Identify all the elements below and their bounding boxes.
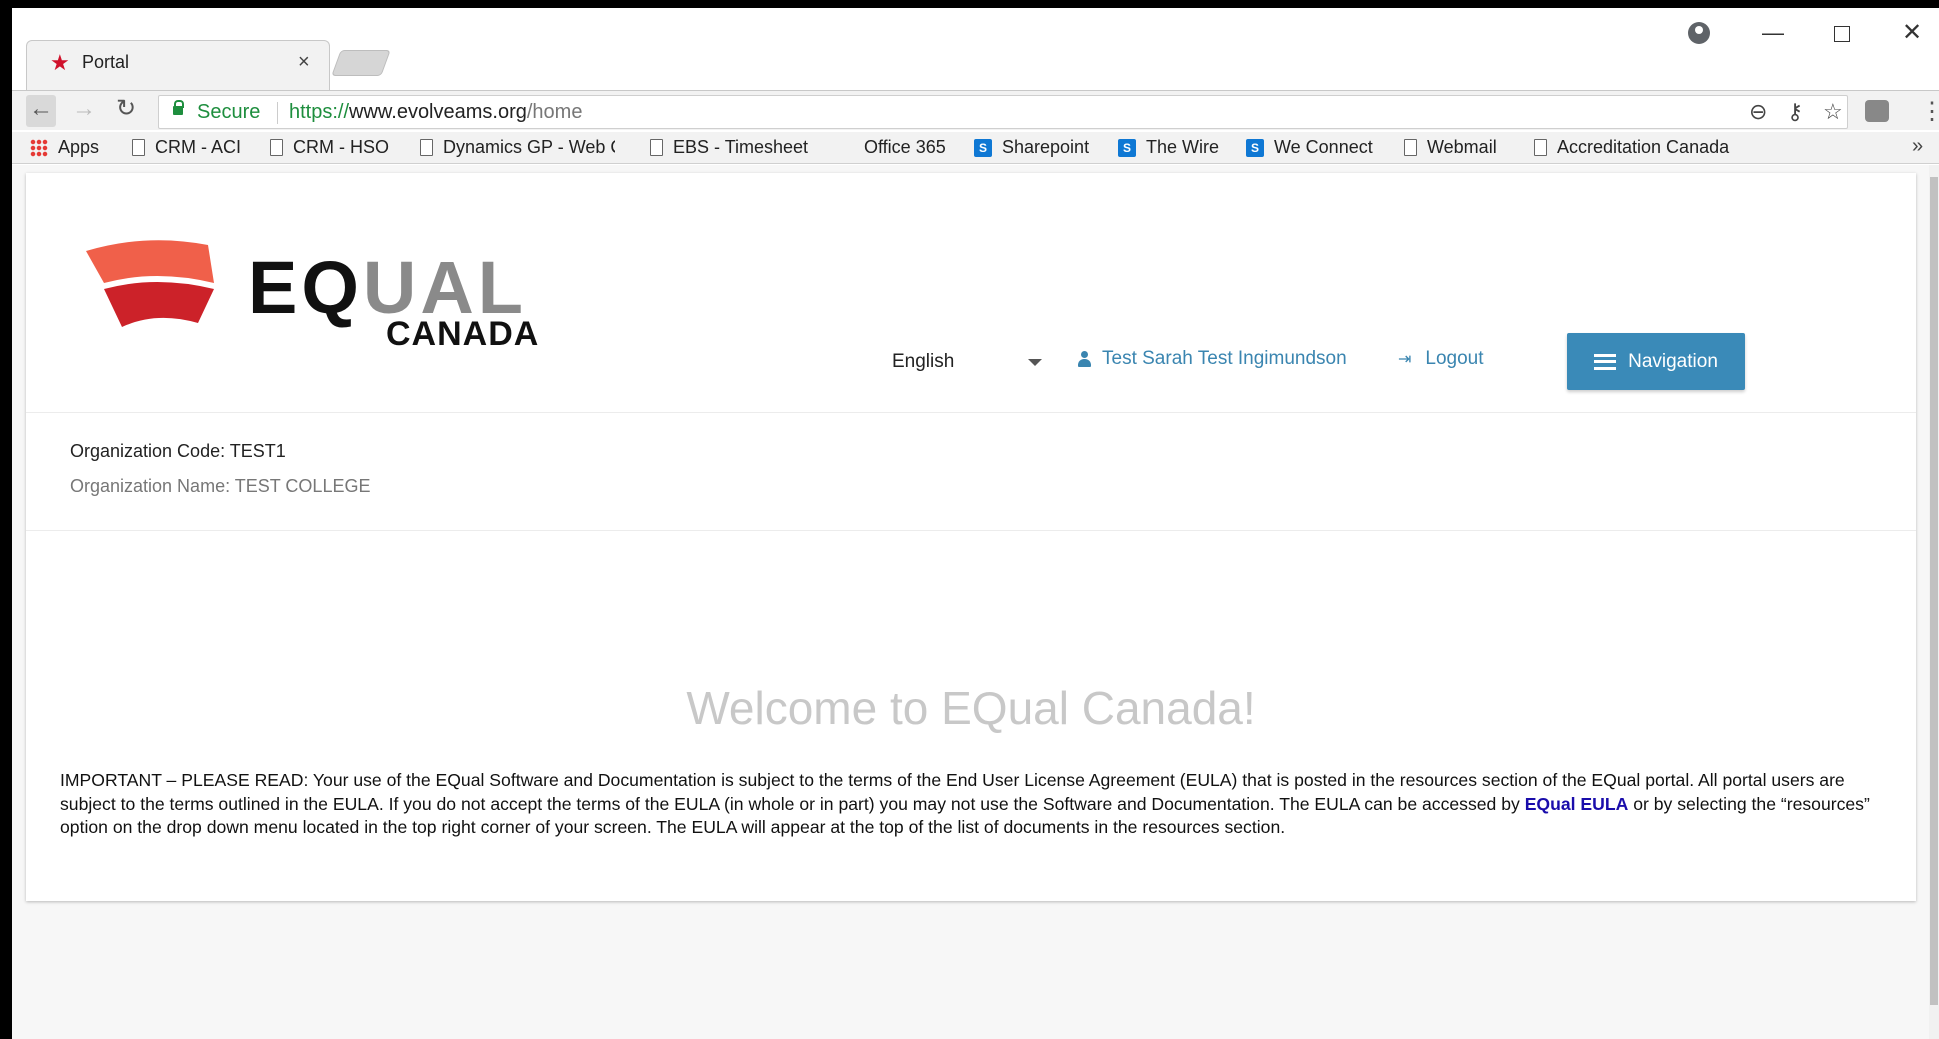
browser-window: ★ Portal × — ✕ ← → ↻ Secure https://www.… bbox=[12, 8, 1939, 1039]
bookmark-label: Sharepoint bbox=[1002, 137, 1090, 157]
logout-label: Logout bbox=[1425, 348, 1484, 369]
url-path: /home bbox=[526, 101, 583, 123]
url-host: www.evolveams.org bbox=[349, 101, 527, 123]
scrollbar-thumb[interactable] bbox=[1930, 177, 1938, 1005]
bookmarks-bar: Apps CRM - ACI CRM - HSO Dynamics GP - W… bbox=[12, 132, 1939, 164]
bookmark-crm-hso[interactable]: CRM - HSO bbox=[270, 137, 389, 158]
language-select[interactable]: English bbox=[892, 345, 1042, 379]
logout-link[interactable]: ⇥ Logout bbox=[1398, 348, 1484, 370]
address-bar[interactable]: Secure https://www.evolveams.org/home ⊖ … bbox=[158, 95, 1848, 129]
bookmark-label: CRM - ACI bbox=[155, 137, 242, 157]
page-icon bbox=[1534, 139, 1547, 156]
bookmarks-overflow-icon[interactable]: » bbox=[1912, 135, 1923, 158]
apps-grid-icon bbox=[30, 138, 48, 157]
language-value: English bbox=[892, 351, 955, 372]
tab-close-icon[interactable]: × bbox=[298, 51, 310, 74]
bookmark-label: CRM - HSO bbox=[293, 137, 389, 157]
bookmark-label: EBS - Timesheet bbox=[673, 137, 809, 157]
bookmark-sharepoint[interactable]: S Sharepoint bbox=[974, 137, 1089, 158]
bookmark-accreditation-canada[interactable]: Accreditation Canada bbox=[1534, 137, 1741, 158]
browser-menu-icon[interactable]: ⋮ bbox=[1920, 97, 1939, 126]
organization-code: Organization Code: TEST1 bbox=[70, 441, 286, 461]
bookmark-ebs-timesheet[interactable]: EBS - Timesheet bbox=[650, 137, 808, 158]
logo-eq-text: EQ bbox=[248, 246, 363, 329]
star-favicon-icon: ★ bbox=[50, 50, 70, 75]
logo-upper-swoosh bbox=[86, 240, 214, 283]
window-close-icon[interactable]: ✕ bbox=[1902, 18, 1922, 47]
bookmark-label: Accreditation Canada bbox=[1557, 137, 1730, 157]
page-icon bbox=[1404, 139, 1417, 156]
logo-wordmark: EQUAL bbox=[248, 251, 527, 325]
organization-name: Organization Name: TEST COLLEGE bbox=[70, 476, 371, 496]
eula-notice: IMPORTANT – PLEASE READ: Your use of the… bbox=[60, 769, 1880, 840]
title-bar: ★ Portal × — ✕ bbox=[12, 8, 1939, 90]
minimize-icon[interactable]: — bbox=[1762, 20, 1784, 46]
bookmark-crm-aci[interactable]: CRM - ACI bbox=[132, 137, 241, 158]
eula-link[interactable]: EQual EULA bbox=[1525, 794, 1629, 814]
profile-icon[interactable] bbox=[1688, 22, 1710, 44]
caret-down-icon bbox=[1028, 358, 1042, 366]
user-profile-link[interactable]: Test Sarah Test Ingimundson bbox=[1078, 348, 1347, 370]
page-viewport: EQUAL CANADA English Test Sarah Test Ing… bbox=[12, 165, 1939, 1039]
sharepoint-icon: S bbox=[1118, 138, 1136, 157]
bookmark-label: Office 365 bbox=[864, 137, 946, 157]
portal-card: EQUAL CANADA English Test Sarah Test Ing… bbox=[26, 173, 1916, 901]
office365-icon bbox=[834, 138, 854, 158]
url-scheme: https:// bbox=[289, 101, 350, 123]
bookmark-label: We Connect bbox=[1274, 137, 1373, 157]
forward-arrow-icon[interactable]: → bbox=[72, 95, 96, 123]
bookmark-office-365[interactable]: Office 365 bbox=[834, 137, 946, 158]
bookmark-the-wire[interactable]: S The Wire bbox=[1118, 137, 1219, 158]
sharepoint-icon: S bbox=[974, 138, 992, 157]
bookmark-label: Apps bbox=[58, 137, 100, 157]
welcome-heading: Welcome to EQual Canada! bbox=[686, 682, 1256, 734]
extension-icon[interactable] bbox=[1865, 100, 1889, 122]
reload-icon[interactable]: ↻ bbox=[116, 95, 136, 123]
page-icon bbox=[132, 139, 145, 156]
bookmark-webmail[interactable]: Webmail bbox=[1404, 137, 1497, 158]
secure-label: Secure bbox=[197, 101, 261, 123]
bookmark-we-connect[interactable]: S We Connect bbox=[1246, 137, 1373, 158]
bookmark-label: Dynamics GP - Web C bbox=[443, 137, 615, 157]
page-icon bbox=[270, 139, 283, 156]
bookmark-star-icon[interactable]: ☆ bbox=[1823, 99, 1843, 125]
bookmark-dynamics-gp[interactable]: Dynamics GP - Web C bbox=[420, 137, 615, 158]
bookmark-label: The Wire bbox=[1146, 137, 1220, 157]
navigation-button[interactable]: Navigation bbox=[1567, 333, 1745, 390]
sharepoint-icon: S bbox=[1246, 138, 1264, 157]
user-icon bbox=[1078, 351, 1091, 367]
logo-lower-swoosh bbox=[104, 282, 214, 327]
browser-tab[interactable] bbox=[26, 40, 330, 90]
bookmark-label: Webmail bbox=[1427, 137, 1497, 157]
page-icon bbox=[650, 139, 663, 156]
portal-header: EQUAL CANADA English Test Sarah Test Ing… bbox=[26, 173, 1916, 413]
url-text[interactable]: https://www.evolveams.org/home bbox=[289, 101, 582, 124]
bookmark-apps[interactable]: Apps bbox=[30, 137, 99, 158]
hamburger-menu-icon bbox=[1594, 353, 1617, 370]
sign-out-icon: ⇥ bbox=[1398, 351, 1412, 368]
browser-toolbar: ← → ↻ Secure https://www.evolveams.org/h… bbox=[12, 90, 1939, 130]
organization-info: Organization Code: TEST1 Organization Na… bbox=[26, 413, 1916, 531]
navigation-label: Navigation bbox=[1628, 350, 1718, 372]
user-name: Test Sarah Test Ingimundson bbox=[1102, 348, 1347, 369]
tab-title: Portal bbox=[82, 52, 130, 72]
new-tab-button[interactable] bbox=[331, 50, 391, 76]
zoom-icon[interactable]: ⊖ bbox=[1749, 99, 1767, 125]
page-icon bbox=[420, 139, 433, 156]
vertical-scrollbar[interactable] bbox=[1929, 165, 1939, 1039]
logo-canada-text: CANADA bbox=[386, 315, 540, 353]
key-icon[interactable]: ⚷ bbox=[1787, 99, 1803, 125]
lock-icon bbox=[173, 100, 184, 115]
divider bbox=[277, 102, 278, 124]
maximize-icon[interactable] bbox=[1834, 26, 1850, 42]
back-arrow-icon[interactable]: ← bbox=[26, 95, 56, 127]
